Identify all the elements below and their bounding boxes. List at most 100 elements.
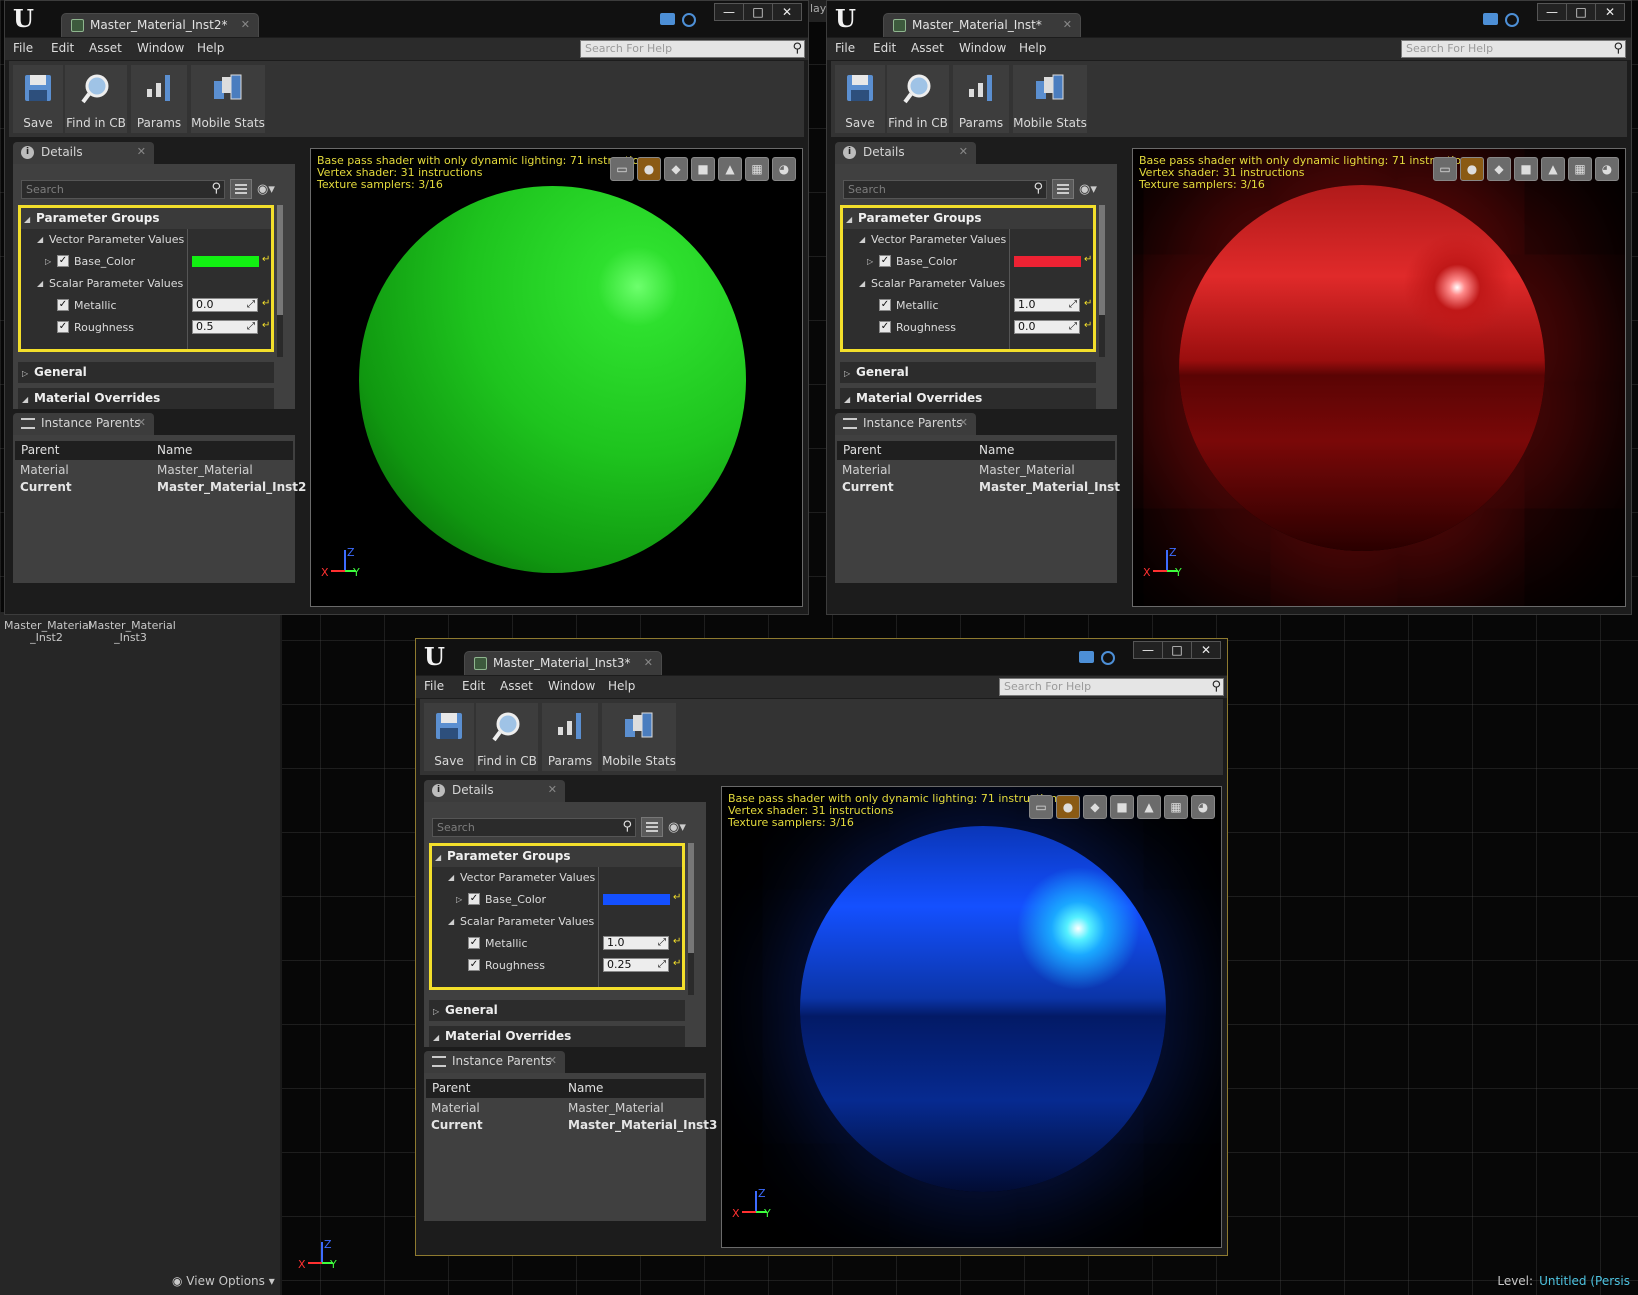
minimize-button[interactable]: — [1134,642,1163,658]
cube-mesh-button[interactable]: ■ [1514,157,1538,181]
close-details-icon[interactable]: ✕ [959,145,968,158]
metallic-checkbox[interactable]: ✓ [879,299,891,311]
mobile-stats-button[interactable]: Mobile Stats [1013,65,1087,133]
material-overrides-section[interactable]: ◢ Material Overrides [840,388,1096,409]
table-row-current[interactable]: Current Master_Material_Inst [835,479,1120,496]
mobile-stats-button[interactable]: Mobile Stats [602,703,676,771]
params-button[interactable]: Params [131,65,187,133]
find-in-cb-button[interactable]: Find in CB [65,65,127,133]
view-options-eye-icon[interactable]: ◉▾ [257,182,275,197]
save-button[interactable]: Save [13,65,63,133]
parameter-groups-header[interactable]: ◢ Parameter Groups [432,846,682,867]
general-section[interactable]: ▷ General [840,362,1096,383]
roughness-checkbox[interactable]: ✓ [879,321,891,333]
base-color-checkbox[interactable]: ✓ [57,255,69,267]
material-preview-viewport[interactable]: Base pass shader with only dynamic light… [1132,148,1626,607]
material-preview-viewport[interactable]: Base pass shader with only dynamic light… [721,786,1222,1248]
close-button[interactable]: ✕ [1192,642,1220,658]
document-tab[interactable]: Master_Material_Inst3* ✕ [464,651,662,675]
details-scrollbar[interactable] [1099,205,1105,357]
details-scrollbar[interactable] [277,205,283,357]
sphere-mesh-button[interactable]: ● [1460,157,1484,181]
table-row-current[interactable]: Current Master_Material_Inst2 [13,479,306,496]
maximize-button[interactable]: □ [744,4,773,20]
menu-edit[interactable]: Edit [873,41,896,55]
close-instance-parents-icon[interactable]: ✕ [137,416,146,429]
reset-to-default-icon[interactable]: ↵ [673,936,681,947]
help-search-input[interactable]: Search For Help ⚲ [1401,40,1626,58]
scalar-parameter-group[interactable]: ◢ Scalar Parameter Values [21,273,271,295]
reset-to-default-icon[interactable]: ↵ [262,298,270,309]
sphere-mesh-button[interactable]: ● [637,157,661,181]
params-button[interactable]: Params [953,65,1009,133]
details-tab[interactable]: i Details ✕ [424,780,565,802]
property-matrix-button[interactable] [230,179,252,199]
column-parent[interactable]: Parent [432,1081,470,1095]
details-search-input[interactable]: Search ⚲ [21,180,225,199]
grid-button[interactable]: ▦ [1568,157,1592,181]
roughness-checkbox[interactable]: ✓ [468,959,480,971]
feedback-icon[interactable] [1483,13,1498,25]
general-section[interactable]: ▷ General [18,362,274,383]
parameter-groups-header[interactable]: ◢ Parameter Groups [21,208,271,229]
details-search-input[interactable]: Search ⚲ [843,180,1047,199]
close-instance-parents-icon[interactable]: ✕ [548,1054,557,1067]
title-bar[interactable]: U Master_Material_Inst2* ✕ — □ ✕ [5,1,808,37]
general-section[interactable]: ▷ General [429,1000,685,1021]
realtime-button[interactable]: ◕ [1191,795,1215,819]
metallic-checkbox[interactable]: ✓ [468,937,480,949]
cylinder-mesh-button[interactable]: ▭ [1433,157,1457,181]
feedback-icon[interactable] [660,13,675,25]
feedback-icon[interactable] [1079,651,1094,663]
reset-to-default-icon[interactable]: ↵ [1084,298,1092,309]
tab-close-icon[interactable]: ✕ [241,18,250,31]
find-in-cb-button[interactable]: Find in CB [887,65,949,133]
metallic-input[interactable]: 1.0 ⤢ [603,936,669,950]
cube-mesh-button[interactable]: ■ [691,157,715,181]
menu-help[interactable]: Help [197,41,224,55]
base-color-checkbox[interactable]: ✓ [468,893,480,905]
menu-asset[interactable]: Asset [500,679,533,693]
view-options-eye-icon[interactable]: ◉▾ [1079,182,1097,197]
close-details-icon[interactable]: ✕ [548,783,557,796]
document-tab[interactable]: Master_Material_Inst* ✕ [883,13,1081,37]
custom-mesh-button[interactable]: ▲ [1137,795,1161,819]
scalar-parameter-group[interactable]: ◢ Scalar Parameter Values [843,273,1093,295]
sphere-mesh-button[interactable]: ● [1056,795,1080,819]
close-button[interactable]: ✕ [1596,4,1624,20]
realtime-button[interactable]: ◕ [772,157,796,181]
menu-asset[interactable]: Asset [89,41,122,55]
details-tab[interactable]: i Details ✕ [835,142,976,164]
instance-parents-tab[interactable]: Instance Parents ✕ [835,413,976,435]
tab-close-icon[interactable]: ✕ [1063,18,1072,31]
realtime-button[interactable]: ◕ [1595,157,1619,181]
close-button[interactable]: ✕ [773,4,801,20]
menu-file[interactable]: File [424,679,444,693]
details-tab[interactable]: i Details ✕ [13,142,154,164]
metallic-input[interactable]: 0.0 ⤢ [192,298,258,312]
menu-help[interactable]: Help [1019,41,1046,55]
view-options-eye-icon[interactable]: ◉▾ [668,820,686,835]
asset-item-inst3[interactable]: Master_Material _Inst3 [88,620,176,644]
cylinder-mesh-button[interactable]: ▭ [610,157,634,181]
minimize-button[interactable]: — [715,4,744,20]
menu-edit[interactable]: Edit [462,679,485,693]
column-parent[interactable]: Parent [843,443,881,457]
maximize-button[interactable]: □ [1163,642,1192,658]
maximize-button[interactable]: □ [1567,4,1596,20]
grid-button[interactable]: ▦ [745,157,769,181]
reset-to-default-icon[interactable]: ↵ [262,254,270,265]
material-preview-viewport[interactable]: Base pass shader with only dynamic light… [310,148,803,607]
menu-asset[interactable]: Asset [911,41,944,55]
metallic-checkbox[interactable]: ✓ [57,299,69,311]
find-in-cb-button[interactable]: Find in CB [476,703,538,771]
menu-window[interactable]: Window [137,41,184,55]
details-scrollbar[interactable] [688,843,694,995]
menu-edit[interactable]: Edit [51,41,74,55]
property-matrix-button[interactable] [1052,179,1074,199]
menu-window[interactable]: Window [548,679,595,693]
roughness-input[interactable]: 0.0 ⤢ [1014,320,1080,334]
reset-to-default-icon[interactable]: ↵ [673,892,681,903]
menu-file[interactable]: File [13,41,33,55]
level-name[interactable]: Untitled (Persis [1539,1274,1630,1288]
